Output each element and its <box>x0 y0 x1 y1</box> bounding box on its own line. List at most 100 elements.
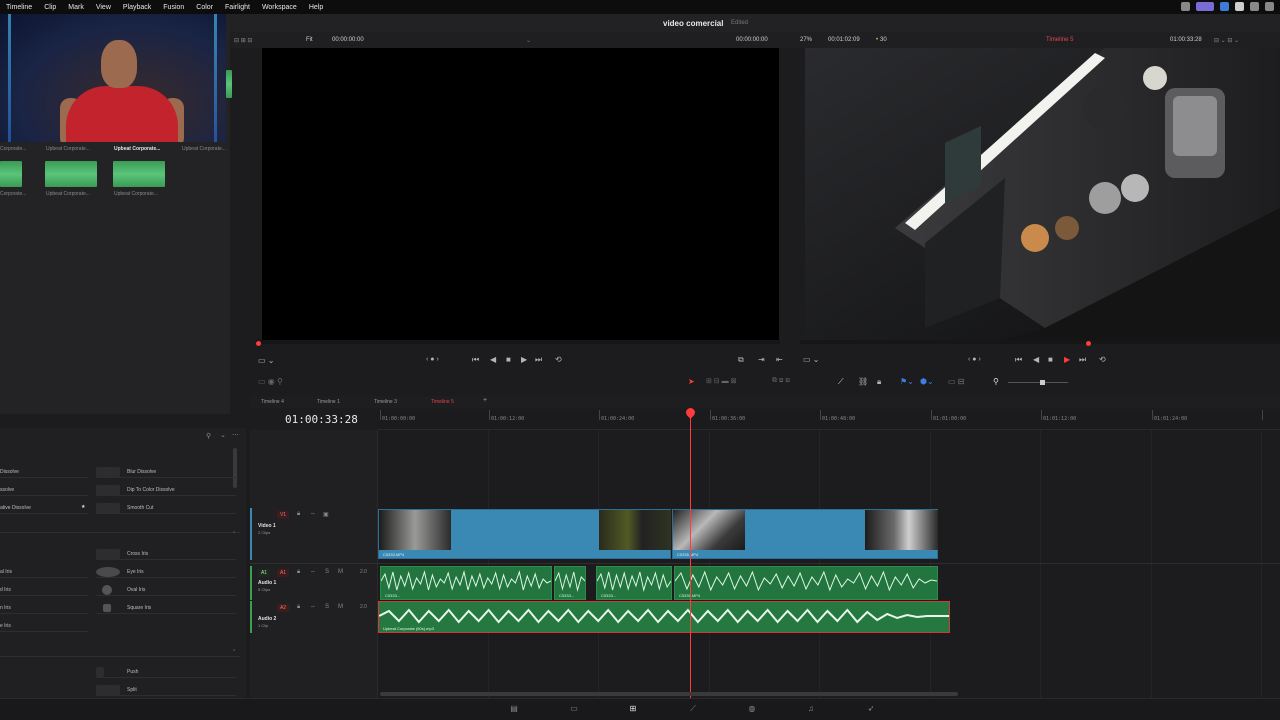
collapse-icon[interactable]: ⌃ <box>232 649 236 655</box>
collapse-icon[interactable]: ⌃ <box>232 531 236 537</box>
track-tag[interactable]: A2 <box>277 604 289 612</box>
video-clip[interactable]: C5335.MP4 <box>672 509 938 559</box>
audio-clip[interactable]: C5333... <box>554 566 586 600</box>
tab-timeline-5[interactable]: Timeline 5 <box>431 399 454 405</box>
menu-color[interactable]: Color <box>190 4 219 11</box>
match-frame-icon[interactable]: ⧉ <box>738 355 744 365</box>
fairlight-page-icon[interactable]: ♫ <box>805 704 817 714</box>
marker-icon[interactable]: ⬢⌄ <box>920 377 934 386</box>
solo-icon[interactable]: S <box>325 569 329 575</box>
menu-clip[interactable]: Clip <box>38 4 62 11</box>
lock-track-icon[interactable]: 🔒︎ <box>297 604 300 611</box>
selection-tool-icon[interactable]: ➤ <box>688 377 695 386</box>
stop-icon[interactable]: ■ <box>1048 355 1053 364</box>
clip-label[interactable]: Corporate... <box>0 191 26 197</box>
clip-thumbnail[interactable] <box>113 161 165 187</box>
source-skip-back-icon[interactable]: ⏮ <box>472 355 479 365</box>
menu-mark[interactable]: Mark <box>62 4 90 11</box>
track-header-a1[interactable]: A1 A1 🔒︎ ⇔ S M 2.0 Audio 1 5 Clips <box>250 566 378 600</box>
zoom-slider-thumb[interactable] <box>1040 380 1045 385</box>
source-skip-forward-icon[interactable]: ⏭ <box>535 355 542 365</box>
fx-item-split[interactable]: Split <box>96 684 236 696</box>
audio-clip[interactable]: C5335.MP4 <box>674 566 938 600</box>
timeline-ruler[interactable]: 01:00:00:00 01:00:12:00 01:00:24:00 01:0… <box>378 410 1280 430</box>
jog-icon[interactable]: ‹ ● › <box>426 356 439 363</box>
menu-timeline[interactable]: Timeline <box>0 4 38 11</box>
layout-icon[interactable]: ⊟ ⊞ ⊟ <box>234 37 252 44</box>
mark-out-icon[interactable]: ⇤ <box>776 355 783 364</box>
audio-clip-selected[interactable]: Upbeat Corporate (60s).mp3 <box>378 601 950 633</box>
timeline-view-options-icon[interactable]: ▭ ⌄ <box>803 355 819 364</box>
fx-item[interactable]: ssolve <box>0 484 88 496</box>
lock-icon[interactable]: 🔒︎ <box>877 377 881 387</box>
edit-tools-icon[interactable]: ⊞ ⊟ ▬ ⊠ <box>706 377 736 385</box>
fusion-page-icon[interactable]: ⟋ <box>687 704 699 714</box>
insert-tools-icon[interactable]: ⧉ ⧈ ⧇ <box>772 377 790 385</box>
fx-item-cross-iris[interactable]: Cross Iris <box>96 548 236 560</box>
fx-item-dip-to-color[interactable]: Dip To Color Dissolve <box>96 484 236 496</box>
auto-select-icon[interactable]: ⇔ <box>310 511 316 517</box>
fx-item[interactable]: e Iris <box>0 620 88 632</box>
favorite-star-icon[interactable]: ★ <box>81 504 85 510</box>
lock-track-icon[interactable]: 🔒︎ <box>297 511 300 518</box>
grid-icon[interactable] <box>1220 2 1229 11</box>
source-scrub-marker[interactable] <box>256 341 261 346</box>
timeline-jog-icon[interactable]: ‹ ● › <box>968 356 981 363</box>
menu-playback[interactable]: Playback <box>117 4 157 11</box>
flag-icon[interactable]: ⚑⌄ <box>900 377 914 386</box>
globe-icon[interactable] <box>1250 2 1259 11</box>
fx-item-push[interactable]: Push <box>96 666 236 678</box>
fx-item-smooth-cut[interactable]: Smooth Cut <box>96 502 236 514</box>
source-loop-icon[interactable]: ⟲ <box>555 355 562 364</box>
track-tag[interactable]: A1 <box>258 569 270 577</box>
timeline-tracks[interactable]: C5333.MP4 C5335.MP4 C5333... C5333... C5… <box>378 430 1280 698</box>
color-page-icon[interactable]: ◍ <box>746 704 758 714</box>
clip-label[interactable]: Corporate... <box>0 146 26 152</box>
menu-workspace[interactable]: Workspace <box>256 4 303 11</box>
clip-label[interactable]: Upbeat Corporate... <box>182 146 226 152</box>
more-options-icon[interactable]: ⋯ <box>232 431 239 439</box>
fx-item[interactable]: Dissolve <box>0 466 88 478</box>
fx-item[interactable]: ative Dissolve ★ <box>0 502 88 514</box>
auto-select-icon[interactable]: ⇔ <box>310 604 316 610</box>
tab-timeline-1[interactable]: Timeline 1 <box>317 399 340 405</box>
playhead[interactable] <box>690 410 691 698</box>
tab-timeline-4[interactable]: Timeline 4 <box>261 399 284 405</box>
fx-item[interactable]: d Iris <box>0 584 88 596</box>
video-clip[interactable]: C5333.MP4 <box>378 509 671 559</box>
zoom-icon[interactable]: ⚲ <box>993 377 999 386</box>
clip-label-selected[interactable]: Upbeat Corporate... <box>114 146 160 152</box>
timeline-view-icon[interactable]: ▭ ◉ ⚲ <box>258 377 283 386</box>
lock-track-icon[interactable]: 🔒︎ <box>297 569 300 576</box>
menu-view[interactable]: View <box>90 4 117 11</box>
add-tab-icon[interactable]: + <box>483 397 487 404</box>
source-zoom[interactable]: Fit <box>306 37 313 43</box>
loop-icon[interactable]: ⟲ <box>1099 355 1106 364</box>
zoom-modes-icon[interactable]: ▭ ⊟ <box>948 377 964 386</box>
track-visibility-icon[interactable]: ▣ <box>323 511 329 518</box>
viewer-options-icon[interactable]: ⊟ ⌄ ⊟ ⌄ <box>1214 37 1239 44</box>
audio-clip[interactable]: C5333... <box>596 566 672 600</box>
mute-icon[interactable]: M <box>338 604 343 610</box>
expand-icon[interactable]: ⌄ <box>220 431 226 439</box>
fx-item[interactable]: al Iris <box>0 566 88 578</box>
media-page-icon[interactable]: ▤ <box>508 704 520 714</box>
clip-thumbnail[interactable] <box>0 161 22 187</box>
audio-clip[interactable]: C5333... <box>380 566 552 600</box>
clip-thumbnail[interactable] <box>45 161 97 187</box>
menu-help[interactable]: Help <box>303 4 329 11</box>
media-icon[interactable] <box>1235 2 1244 11</box>
clip-label[interactable]: Upbeat Corporate... <box>46 191 90 197</box>
source-view-options-icon[interactable]: ▭ ⌄ <box>258 356 274 365</box>
fx-item-square-iris[interactable]: Square Iris <box>96 602 236 614</box>
timeline-scrubber[interactable] <box>800 340 1280 344</box>
play-reverse-icon[interactable]: ◀ <box>1033 355 1039 364</box>
zoom-slider[interactable] <box>1008 382 1068 383</box>
solo-icon[interactable]: S <box>325 604 329 610</box>
track-header-a2[interactable]: A2 🔒︎ ⇔ S M 2.0 Audio 2 1 Clip <box>250 601 378 633</box>
fx-item[interactable]: n Iris <box>0 602 88 614</box>
skip-back-icon[interactable]: ⏮ <box>1015 355 1022 365</box>
user-badge-icon[interactable] <box>1196 2 1214 11</box>
source-scrubber[interactable] <box>256 340 780 344</box>
source-viewer[interactable] <box>262 48 779 340</box>
